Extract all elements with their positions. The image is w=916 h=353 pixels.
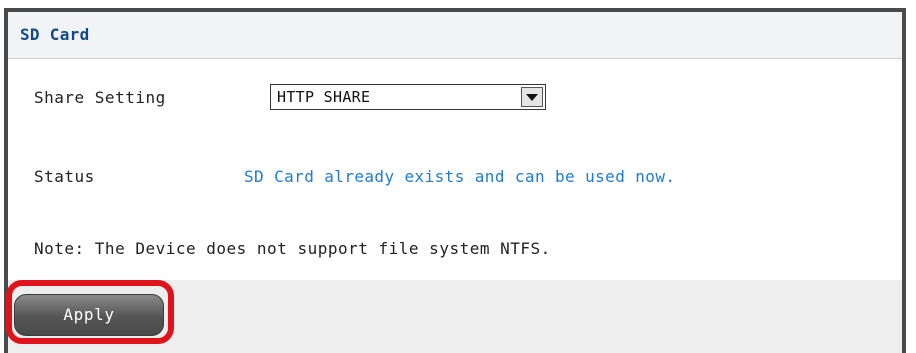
panel-title: SD Card <box>20 25 90 44</box>
share-setting-select[interactable]: HTTP SHARE <box>270 84 546 110</box>
apply-button[interactable]: Apply <box>14 294 164 336</box>
ntfs-note: Note: The Device does not support file s… <box>34 239 551 258</box>
share-setting-value: HTTP SHARE <box>277 88 371 106</box>
dropdown-arrow-icon[interactable] <box>521 87 543 107</box>
status-label: Status <box>34 167 95 186</box>
panel-header: SD Card <box>8 12 902 59</box>
share-setting-label: Share Setting <box>34 88 166 107</box>
status-value: SD Card already exists and can be used n… <box>244 167 676 186</box>
